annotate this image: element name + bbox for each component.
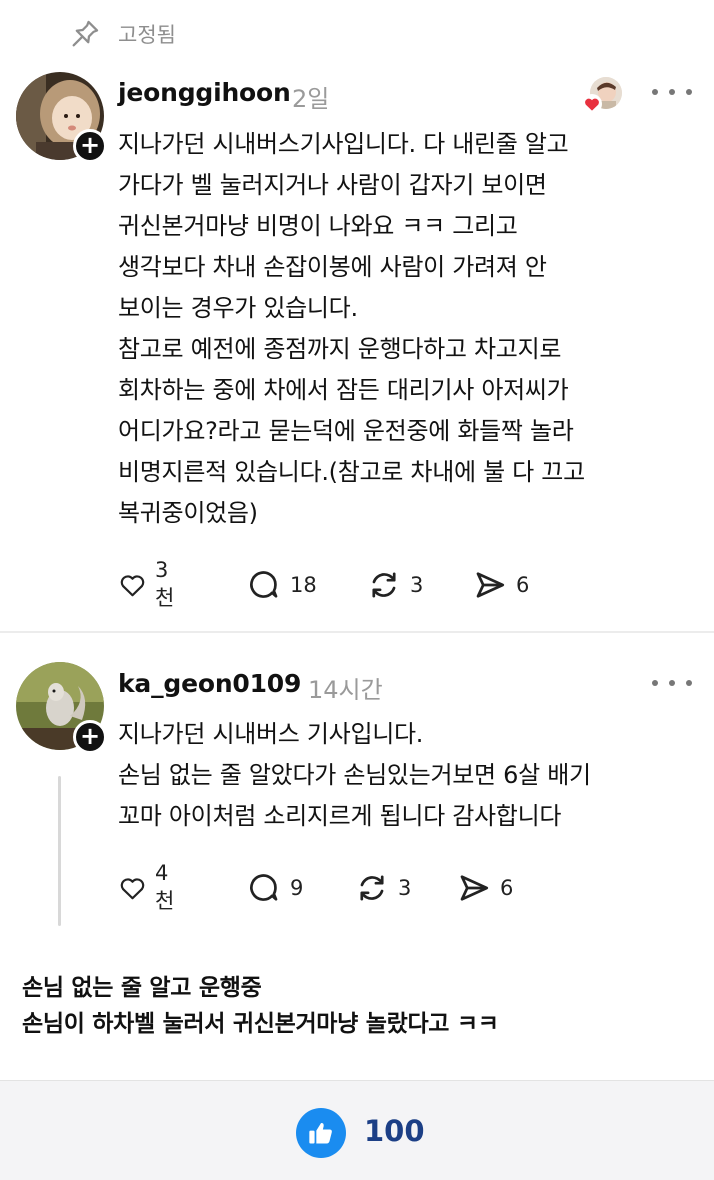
footer-like-count: 100 xyxy=(364,1114,425,1148)
more-options-button[interactable] xyxy=(652,673,692,693)
share-button[interactable]: 6 xyxy=(456,868,513,908)
post-line: 비명지른적 있습니다.(참고로 차내에 불 다 끄고 xyxy=(118,458,585,486)
like-button[interactable]: 4천 xyxy=(118,861,181,913)
more-options-button[interactable] xyxy=(652,82,692,102)
post-time: 14시간 xyxy=(308,676,383,704)
follow-plus-button[interactable]: + xyxy=(73,720,107,754)
post-body: 지나가던 시내버스기사입니다. 다 내린줄 알고 가다가 벨 눌러지거나 사람이… xyxy=(118,124,585,534)
post-line: 손님 없는 줄 알았다가 손님있는거보면 6살 배기 xyxy=(118,761,591,789)
post-line: 지나가던 시내버스 기사입니다. xyxy=(118,720,424,748)
send-icon xyxy=(476,572,505,598)
comment-count: 9 xyxy=(290,876,304,900)
comment-button[interactable]: 9 xyxy=(246,868,303,908)
post-line: 참고로 예전에 종점까지 운행다하고 차고지로 xyxy=(118,335,562,363)
post-line: 지나가던 시내버스기사입니다. 다 내린줄 알고 xyxy=(118,130,569,158)
repost-icon xyxy=(360,875,384,901)
comment-icon xyxy=(250,874,278,901)
post-line: 어디가요?라고 묻는덕에 운전중에 화들짝 놀라 xyxy=(118,417,574,445)
post-line: 꼬마 아이처럼 소리지르게 됩니다 감사합니다 xyxy=(118,802,562,830)
username[interactable]: ka_geon0109 xyxy=(118,669,301,698)
post-time: 2일 xyxy=(292,85,330,113)
footer-bar: 100 xyxy=(0,1080,714,1180)
post-line: 귀신본거마냥 비명이 나와요 ㅋㅋ 그리고 xyxy=(118,212,518,240)
heart-outline-icon xyxy=(120,878,145,900)
share-button[interactable]: 6 xyxy=(472,565,529,605)
username[interactable]: jeonggihoon xyxy=(118,78,291,107)
post-divider xyxy=(0,631,714,633)
caption-line: 손님 없는 줄 알고 운행중 xyxy=(22,975,262,1001)
post-line: 회차하는 중에 차에서 잠든 대리기사 아저씨가 xyxy=(118,376,569,404)
thumbs-up-button[interactable] xyxy=(296,1108,346,1158)
repost-count: 3 xyxy=(410,573,424,597)
comment-button[interactable]: 18 xyxy=(246,565,317,605)
repost-icon xyxy=(372,572,396,598)
post-line: 생각보다 차내 손잡이봉에 사람이 가려져 안 xyxy=(118,253,547,281)
like-count: 3천 xyxy=(154,558,175,610)
pin-icon xyxy=(72,20,99,47)
follow-plus-button[interactable]: + xyxy=(73,129,107,163)
send-icon xyxy=(460,875,489,901)
repost-button[interactable]: 3 xyxy=(366,565,423,605)
repost-count: 3 xyxy=(398,876,412,900)
share-count: 6 xyxy=(516,573,530,597)
like-button[interactable]: 3천 xyxy=(118,558,181,610)
caption-text: 손님 없는 줄 알고 운행중 손님이 하차벨 눌러서 귀신본거마냥 놀랐다고 ㅋ… xyxy=(22,970,499,1042)
pinned-header: 고정됨 xyxy=(68,14,176,54)
heart-icon xyxy=(582,94,602,114)
post-line: 보이는 경우가 있습니다. xyxy=(118,294,358,322)
post-line: 복귀중이었음) xyxy=(118,499,258,527)
post-body: 지나가던 시내버스 기사입니다. 손님 없는 줄 알았다가 손님있는거보면 6살… xyxy=(118,714,591,837)
post-line: 가다가 벨 눌러지거나 사람이 갑자기 보이면 xyxy=(118,171,547,199)
heart-outline-icon xyxy=(120,575,145,597)
thread-line xyxy=(58,776,61,926)
pinned-label: 고정됨 xyxy=(118,23,176,47)
like-count: 4천 xyxy=(154,861,175,913)
comment-count: 18 xyxy=(290,573,317,597)
thumbs-up-icon xyxy=(309,1123,332,1144)
share-count: 6 xyxy=(500,876,514,900)
caption-line: 손님이 하차벨 눌러서 귀신본거마냥 놀랐다고 ㅋㅋ xyxy=(22,1011,499,1037)
repost-button[interactable]: 3 xyxy=(354,868,411,908)
comment-icon xyxy=(250,571,278,598)
